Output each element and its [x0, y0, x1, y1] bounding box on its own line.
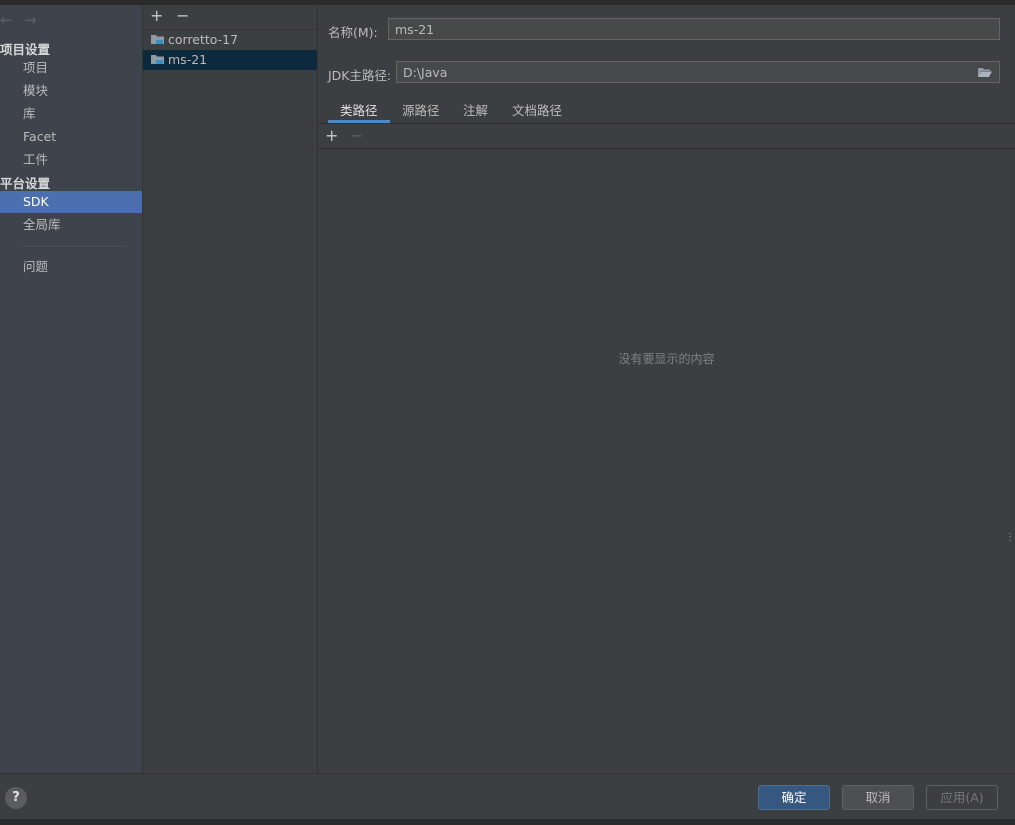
sdk-name: ms-21	[168, 52, 208, 67]
nav-item-label: 模块	[23, 83, 49, 98]
help-icon: ?	[12, 790, 20, 805]
folder-open-icon[interactable]	[978, 67, 992, 78]
nav-divider	[23, 246, 127, 247]
jdk-home-label: JDK主路径:	[328, 68, 392, 83]
nav-item-label: SDK	[23, 194, 49, 209]
empty-state-text: 没有要显示的内容	[618, 352, 715, 366]
jdk-folder-icon	[151, 55, 164, 64]
nav-item-label: 全局库	[23, 217, 61, 232]
add-path-button[interactable]: +	[325, 128, 338, 144]
arrow-left-icon[interactable]: ←	[0, 11, 13, 29]
nav-item-label: 项目	[23, 60, 49, 75]
nav-item-label: 问题	[23, 259, 49, 274]
help-button[interactable]: ?	[5, 787, 27, 809]
sdk-name: corretto-17	[168, 32, 239, 47]
nav-item-libraries[interactable]: 库	[0, 103, 142, 125]
nav-item-artifacts[interactable]: 工件	[0, 149, 142, 171]
tab-classpath[interactable]: 类路径	[340, 100, 378, 119]
add-sdk-button[interactable]: +	[150, 8, 163, 24]
nav-item-label: Facet	[23, 129, 57, 144]
name-value: ms-21	[395, 22, 435, 37]
sdk-details-panel: 名称(M): ms-21 JDK主路径: D:\Java 类路径 源路径 注解 …	[318, 5, 1015, 773]
nav-item-sdk[interactable]: SDK	[0, 191, 142, 213]
classpath-toolbar: + −	[318, 124, 1015, 149]
ok-button[interactable]: 确定	[758, 785, 830, 810]
tab-sourcepath[interactable]: 源路径	[402, 100, 440, 119]
arrow-right-icon[interactable]: →	[24, 11, 37, 29]
jdk-folder-icon	[151, 35, 164, 44]
sdk-list-panel: + − corretto-17 ms-21	[143, 5, 318, 773]
jdk-home-value: D:\Java	[403, 65, 448, 80]
nav-item-problems[interactable]: 问题	[0, 256, 142, 278]
sdk-tabs: 类路径 源路径 注解 文档路径	[318, 93, 1015, 124]
nav-item-facets[interactable]: Facet	[0, 126, 142, 148]
apply-button[interactable]: 应用(A)	[926, 785, 998, 810]
tab-annotations[interactable]: 注解	[463, 100, 488, 119]
jdk-home-path-field[interactable]: D:\Java	[396, 61, 1000, 83]
section-project-settings: 项目设置	[0, 42, 51, 57]
sdk-toolbar: + −	[143, 5, 317, 30]
settings-nav: ← → 项目设置 项目 模块 库 Facet 工件 平台设置 SDK 全局库 问…	[0, 5, 143, 773]
window-bottom-edge	[0, 819, 1015, 825]
sdk-item-corretto-17[interactable]: corretto-17	[143, 30, 317, 50]
section-platform-settings: 平台设置	[0, 176, 51, 191]
remove-path-button[interactable]: −	[350, 128, 363, 144]
tab-documentation-paths[interactable]: 文档路径	[512, 100, 562, 119]
nav-item-global-libraries[interactable]: 全局库	[0, 214, 142, 236]
splitter-handle-icon[interactable]: ⋮	[1005, 532, 1015, 543]
remove-sdk-button[interactable]: −	[176, 8, 189, 24]
sdk-item-ms-21[interactable]: ms-21	[143, 50, 317, 70]
nav-item-label: 库	[23, 106, 36, 121]
name-field[interactable]: ms-21	[388, 18, 1000, 40]
nav-item-label: 工件	[23, 152, 49, 167]
dialog-footer: ? 确定 取消 应用(A)	[0, 773, 1015, 819]
cancel-button[interactable]: 取消	[842, 785, 914, 810]
nav-item-project[interactable]: 项目	[0, 57, 142, 79]
active-tab-indicator	[328, 120, 390, 123]
nav-item-modules[interactable]: 模块	[0, 80, 142, 102]
name-label: 名称(M):	[328, 25, 378, 40]
